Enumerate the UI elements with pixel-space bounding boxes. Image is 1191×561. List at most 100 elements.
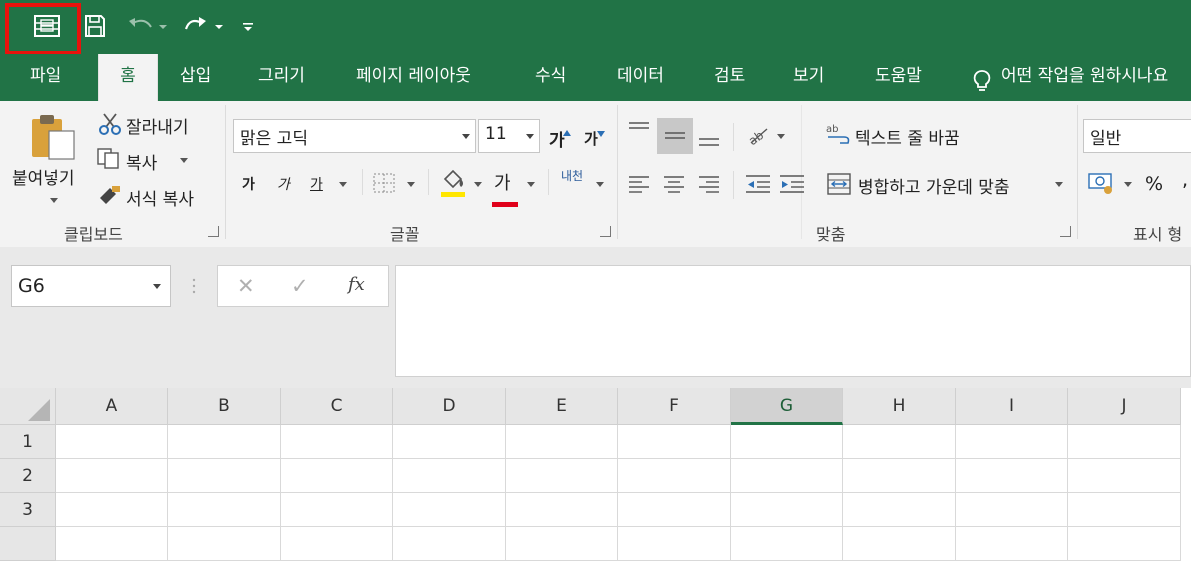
align-top-icon[interactable]	[628, 121, 650, 143]
tab-formulas[interactable]: 수식	[535, 54, 566, 101]
grid-cell[interactable]	[843, 459, 956, 493]
grid-cell[interactable]	[1068, 493, 1181, 527]
grid-cell[interactable]	[393, 493, 506, 527]
tab-home[interactable]: 홈	[98, 54, 158, 101]
italic-button[interactable]: 가	[277, 174, 290, 194]
borders-dropdown-caret[interactable]	[407, 182, 415, 187]
grid-cell[interactable]	[168, 493, 281, 527]
tab-help[interactable]: 도움말	[875, 54, 922, 101]
grid-cell[interactable]	[56, 459, 168, 493]
undo-button[interactable]	[124, 9, 170, 43]
column-header-c[interactable]: C	[281, 388, 393, 425]
formula-input[interactable]	[395, 265, 1191, 377]
grid-cell[interactable]	[1068, 459, 1181, 493]
clipboard-launcher-icon[interactable]	[208, 226, 219, 237]
tab-review[interactable]: 검토	[714, 54, 745, 101]
align-bottom-icon[interactable]	[698, 127, 720, 151]
accounting-format-icon[interactable]	[1088, 171, 1116, 199]
orientation-dropdown-caret[interactable]	[777, 134, 785, 139]
accounting-dropdown-caret[interactable]	[1124, 182, 1132, 187]
paste-button[interactable]	[30, 113, 76, 165]
grid-cell[interactable]	[56, 425, 168, 459]
merge-center-button[interactable]: 병합하고 가운데 맞춤	[858, 173, 1010, 198]
grid-cell[interactable]	[393, 527, 506, 561]
phonetic-dropdown-caret[interactable]	[596, 182, 604, 187]
save-button[interactable]	[82, 9, 108, 43]
select-all-button[interactable]	[0, 388, 56, 425]
column-header-e[interactable]: E	[506, 388, 618, 425]
grid-cell[interactable]	[956, 459, 1068, 493]
grid-cell[interactable]	[281, 459, 393, 493]
align-right-icon[interactable]	[698, 175, 720, 197]
insert-function-button[interactable]: fx	[348, 274, 365, 295]
grid-cell[interactable]	[281, 527, 393, 561]
merge-dropdown-caret[interactable]	[1055, 182, 1063, 187]
cut-button[interactable]: 잘라내기	[126, 113, 189, 138]
column-header-j[interactable]: J	[1068, 388, 1181, 425]
grid-cell[interactable]	[843, 493, 956, 527]
grid-cell[interactable]	[506, 527, 618, 561]
tab-draw[interactable]: 그리기	[258, 54, 305, 101]
copy-dropdown-caret[interactable]	[180, 158, 188, 163]
column-header-g[interactable]: G	[731, 388, 843, 425]
align-left-icon[interactable]	[628, 175, 650, 197]
grid-cell[interactable]	[618, 493, 731, 527]
row-header-4[interactable]	[0, 527, 56, 561]
paste-dropdown-caret[interactable]	[50, 198, 58, 203]
column-header-f[interactable]: F	[618, 388, 731, 425]
grid-cell[interactable]	[281, 493, 393, 527]
borders-icon[interactable]	[373, 173, 395, 197]
orientation-icon[interactable]: ab	[745, 123, 771, 151]
copy-button[interactable]: 복사	[126, 149, 157, 174]
font-launcher-icon[interactable]	[600, 226, 611, 237]
enter-button[interactable]: ✓	[291, 274, 309, 298]
grid-cell[interactable]	[1068, 425, 1181, 459]
grid-cell[interactable]	[618, 527, 731, 561]
column-header-d[interactable]: D	[393, 388, 506, 425]
increase-indent-icon[interactable]	[779, 174, 805, 198]
grid-cell[interactable]	[956, 425, 1068, 459]
format-painter-button[interactable]: 서식 복사	[126, 185, 194, 210]
grid-cell[interactable]	[506, 425, 618, 459]
grid-cell[interactable]	[281, 425, 393, 459]
grid-cell[interactable]	[168, 425, 281, 459]
grid-cell[interactable]	[506, 459, 618, 493]
column-header-b[interactable]: B	[168, 388, 281, 425]
grid-cell[interactable]	[731, 493, 843, 527]
grid-cell[interactable]	[618, 425, 731, 459]
grid-cell[interactable]	[168, 527, 281, 561]
bold-button[interactable]: 가	[242, 174, 255, 194]
grid-cell[interactable]	[731, 527, 843, 561]
tell-me-search[interactable]: 어떤 작업을 원하시나요	[972, 54, 1191, 101]
grid-cell[interactable]	[56, 493, 168, 527]
column-header-h[interactable]: H	[843, 388, 956, 425]
comma-style-button[interactable]: ,	[1182, 169, 1188, 191]
font-color-dropdown-caret[interactable]	[527, 182, 535, 187]
fill-color-icon[interactable]	[439, 169, 467, 203]
align-center-icon[interactable]	[663, 175, 685, 197]
number-format-combo[interactable]: 일반	[1083, 119, 1191, 153]
grid-cell[interactable]	[56, 527, 168, 561]
phonetic-guide-button[interactable]: 내천	[561, 169, 587, 183]
column-header-a[interactable]: A	[56, 388, 168, 425]
underline-dropdown-caret[interactable]	[339, 182, 347, 187]
grid-cell[interactable]	[731, 425, 843, 459]
grid-cell[interactable]	[1068, 527, 1181, 561]
underline-button[interactable]: 가	[310, 174, 323, 194]
row-header-1[interactable]: 1	[0, 425, 56, 459]
tab-insert[interactable]: 삽입	[180, 54, 211, 101]
decrease-indent-icon[interactable]	[745, 174, 771, 198]
wrap-text-button[interactable]: 텍스트 줄 바꿈	[855, 124, 960, 149]
font-size-combo[interactable]: 11	[478, 119, 540, 153]
grid-cell[interactable]	[393, 425, 506, 459]
name-box[interactable]: G6	[11, 265, 171, 307]
redo-button[interactable]	[180, 9, 226, 43]
alignment-launcher-icon[interactable]	[1060, 226, 1071, 237]
customize-qat-button[interactable]	[238, 9, 258, 43]
grid-cell[interactable]	[731, 459, 843, 493]
grid-cell[interactable]	[956, 493, 1068, 527]
tab-data[interactable]: 데이터	[617, 54, 664, 101]
grid-cell[interactable]	[168, 459, 281, 493]
font-name-combo[interactable]: 맑은 고딕	[233, 119, 476, 153]
column-header-i[interactable]: I	[956, 388, 1068, 425]
